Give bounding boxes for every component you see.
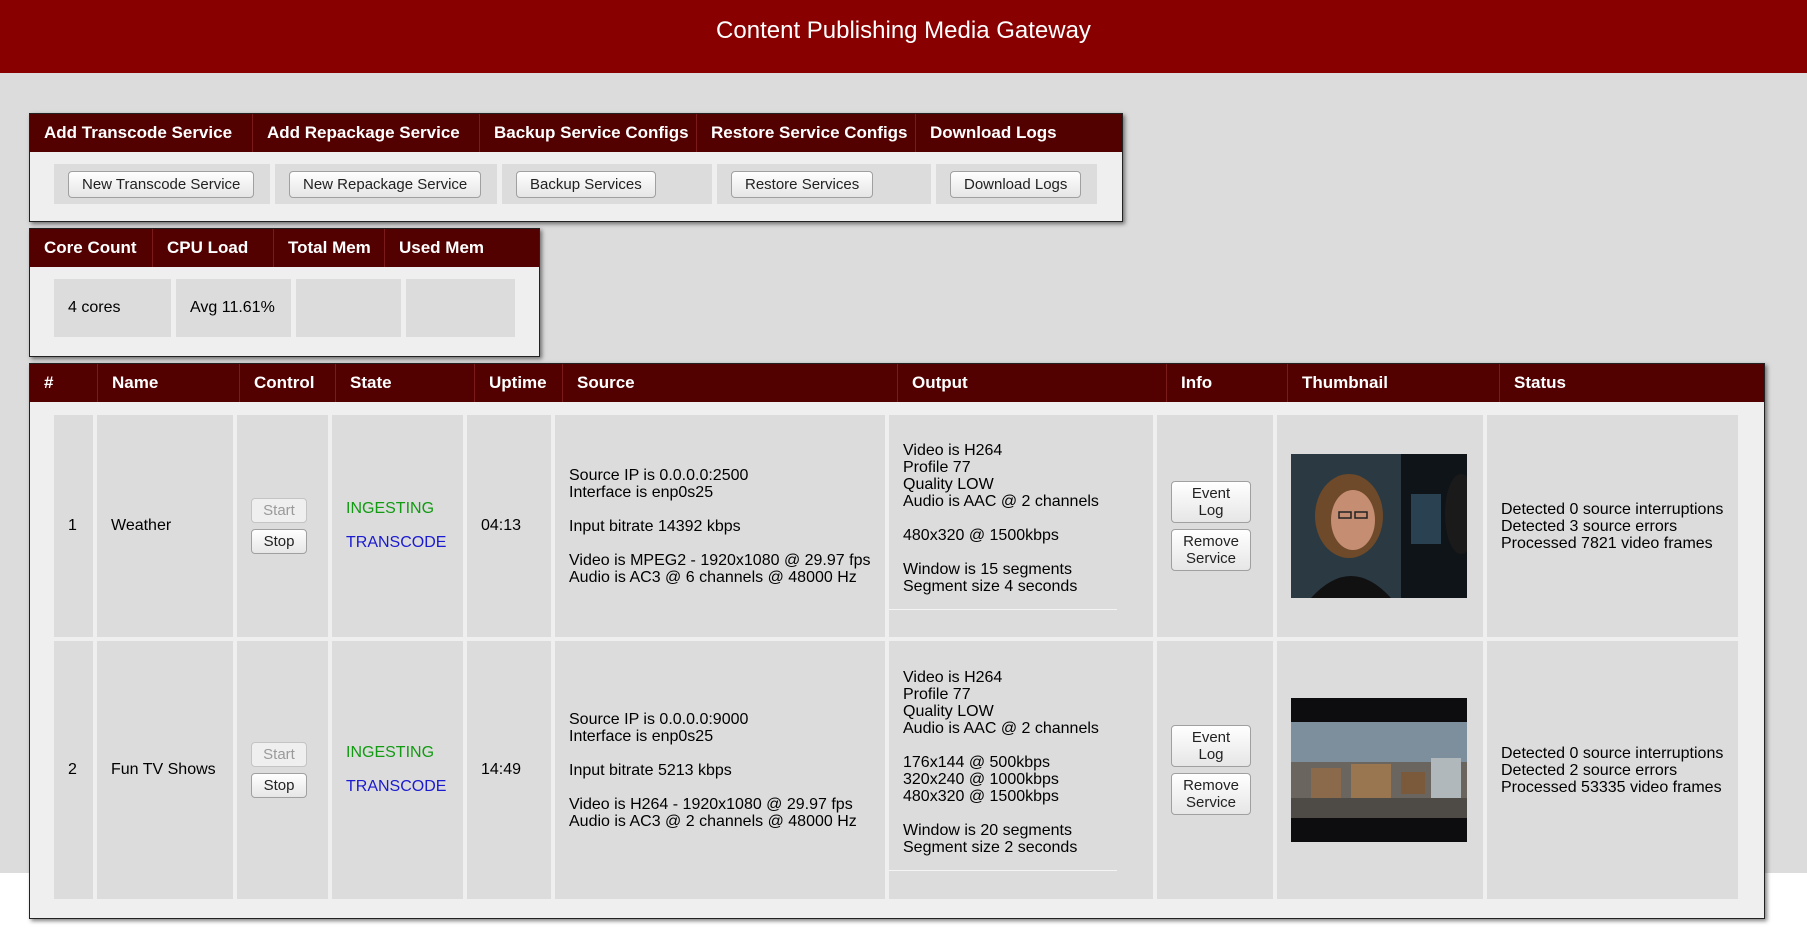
output-details: Video is H264 Profile 77 Quality LOW Aud…	[903, 669, 1099, 856]
info-cell: Event Log Remove Service	[1157, 415, 1273, 637]
header-used-mem: Used Mem	[385, 229, 539, 267]
page-title: Content Publishing Media Gateway	[716, 17, 1091, 44]
event-log-button[interactable]: Event Log	[1171, 725, 1251, 767]
new-repackage-service-button[interactable]: New Repackage Service	[289, 170, 482, 198]
uptime-value: 14:49	[467, 641, 551, 899]
header-thumbnail: Thumbnail	[1288, 364, 1500, 402]
cell-restore: Restore Services	[717, 164, 931, 204]
header-name: Name	[98, 364, 240, 402]
thumbnail-image	[1291, 698, 1467, 842]
output-divider	[889, 870, 1117, 871]
stop-button[interactable]: Stop	[251, 529, 307, 554]
header-info: Info	[1167, 364, 1288, 402]
thumbnail-image	[1291, 454, 1467, 598]
header-number: #	[30, 364, 98, 402]
start-button[interactable]: Start	[251, 742, 307, 767]
remove-service-button[interactable]: Remove Service	[1171, 773, 1251, 815]
cpu-load-value: Avg 11.61%	[176, 279, 291, 337]
state-transcode: TRANSCODE	[346, 534, 447, 551]
core-count-value: 4 cores	[54, 279, 171, 337]
app-header: Content Publishing Media Gateway	[0, 0, 1807, 73]
cell-new-transcode: New Transcode Service	[54, 164, 270, 204]
state-cell: INGESTING TRANSCODE	[332, 415, 463, 637]
header-cpu-load: CPU Load	[153, 229, 274, 267]
output-cell: Video is H264 Profile 77 Quality LOW Aud…	[889, 641, 1153, 899]
source-cell: Source IP is 0.0.0.0:9000 Interface is e…	[555, 641, 885, 899]
header-status: Status	[1500, 364, 1764, 402]
control-cell: Start Stop	[237, 415, 328, 637]
actions-row: New Transcode Service New Repackage Serv…	[54, 164, 1102, 204]
download-logs-button[interactable]: Download Logs	[950, 170, 1082, 198]
source-details: Source IP is 0.0.0.0:9000 Interface is e…	[569, 710, 857, 830]
start-button[interactable]: Start	[251, 498, 307, 523]
state-transcode: TRANSCODE	[346, 778, 447, 795]
service-name: Fun TV Shows	[97, 641, 233, 899]
remove-service-button[interactable]: Remove Service	[1171, 529, 1251, 571]
services-panel: # Name Control State Uptime Source Outpu…	[29, 363, 1765, 919]
header-control: Control	[240, 364, 336, 402]
restore-services-button[interactable]: Restore Services	[731, 170, 874, 198]
row-number: 1	[54, 415, 93, 637]
uptime-value: 04:13	[467, 415, 551, 637]
source-details: Source IP is 0.0.0.0:2500 Interface is e…	[569, 466, 871, 586]
status-cell: Detected 0 source interruptions Detected…	[1487, 415, 1738, 637]
table-row: 2 Fun TV Shows Start Stop INGESTING TRAN…	[54, 641, 1742, 899]
header-total-mem: Total Mem	[274, 229, 385, 267]
row-number: 2	[54, 641, 93, 899]
cell-new-repackage: New Repackage Service	[275, 164, 497, 204]
thumbnail-cell	[1277, 415, 1483, 637]
state-ingesting: INGESTING	[346, 500, 435, 517]
output-details: Video is H264 Profile 77 Quality LOW Aud…	[903, 442, 1099, 595]
header-add-transcode: Add Transcode Service	[30, 114, 253, 152]
header-output: Output	[898, 364, 1167, 402]
status-details: Detected 0 source interruptions Detected…	[1501, 500, 1724, 552]
state-ingesting: INGESTING	[346, 744, 435, 761]
stop-button[interactable]: Stop	[251, 773, 307, 798]
header-core-count: Core Count	[30, 229, 153, 267]
state-cell: INGESTING TRANSCODE	[332, 641, 463, 899]
header-download-logs: Download Logs	[916, 114, 1122, 152]
control-cell: Start Stop	[237, 641, 328, 899]
services-header: # Name Control State Uptime Source Outpu…	[30, 364, 1764, 402]
header-uptime: Uptime	[475, 364, 563, 402]
table-row: 1 Weather Start Stop INGESTING TRANSCODE…	[54, 415, 1742, 637]
output-divider	[889, 609, 1117, 610]
actions-header: Add Transcode Service Add Repackage Serv…	[30, 114, 1122, 152]
cell-backup: Backup Services	[502, 164, 712, 204]
output-cell: Video is H264 Profile 77 Quality LOW Aud…	[889, 415, 1153, 637]
header-source: Source	[563, 364, 898, 402]
used-mem-value	[406, 279, 515, 337]
actions-panel: Add Transcode Service Add Repackage Serv…	[29, 113, 1123, 222]
stats-row: 4 cores Avg 11.61%	[54, 279, 520, 337]
header-restore-configs: Restore Service Configs	[697, 114, 916, 152]
source-cell: Source IP is 0.0.0.0:2500 Interface is e…	[555, 415, 885, 637]
backup-services-button[interactable]: Backup Services	[516, 170, 656, 198]
status-cell: Detected 0 source interruptions Detected…	[1487, 641, 1738, 899]
new-transcode-service-button[interactable]: New Transcode Service	[68, 170, 255, 198]
info-cell: Event Log Remove Service	[1157, 641, 1273, 899]
cell-download-logs: Download Logs	[936, 164, 1097, 204]
header-add-repackage: Add Repackage Service	[253, 114, 480, 152]
header-backup-configs: Backup Service Configs	[480, 114, 697, 152]
service-name: Weather	[97, 415, 233, 637]
system-stats-panel: Core Count CPU Load Total Mem Used Mem 4…	[29, 228, 540, 357]
header-state: State	[336, 364, 475, 402]
total-mem-value	[296, 279, 401, 337]
stats-header: Core Count CPU Load Total Mem Used Mem	[30, 229, 539, 267]
status-details: Detected 0 source interruptions Detected…	[1501, 744, 1724, 796]
event-log-button[interactable]: Event Log	[1171, 481, 1251, 523]
thumbnail-cell	[1277, 641, 1483, 899]
